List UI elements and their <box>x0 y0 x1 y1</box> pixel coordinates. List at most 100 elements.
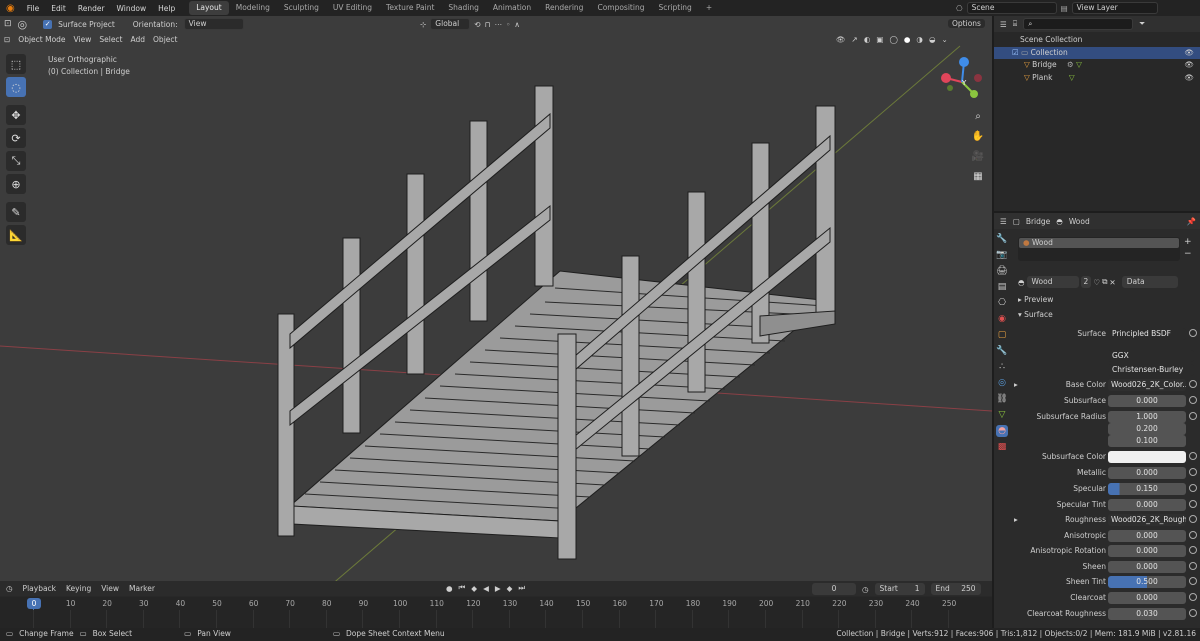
transform-tool-icon[interactable]: ⊕ <box>6 174 26 194</box>
pin-icon[interactable]: 📌 <box>1187 217 1196 226</box>
object-tab-icon[interactable]: ▢ <box>996 329 1008 341</box>
socket-icon[interactable] <box>1189 577 1197 585</box>
tab-compositing[interactable]: Compositing <box>590 1 651 15</box>
perspective-grid-icon[interactable]: ▦ <box>970 168 986 184</box>
render-tab-icon[interactable]: 📷 <box>996 249 1008 261</box>
display-mode-icon[interactable]: ⌸ <box>1013 19 1018 29</box>
outliner-object-row[interactable]: ▽ Bridge ⚙ ▽ 👁 <box>994 59 1200 72</box>
shader-input-slider[interactable]: 0.000 <box>1108 592 1186 604</box>
properties-editor-icon[interactable]: ☰ <box>1000 217 1007 226</box>
socket-icon[interactable] <box>1189 609 1197 617</box>
play-reverse-icon[interactable]: ◀ <box>483 584 489 593</box>
shader-input-slider[interactable]: 0.000 <box>1108 499 1186 511</box>
menu-select[interactable]: Select <box>99 35 122 44</box>
socket-icon[interactable] <box>1189 546 1197 554</box>
add-workspace-button[interactable]: + <box>699 1 719 15</box>
options-dropdown[interactable]: Options <box>948 19 985 28</box>
texture-link-field[interactable]: Wood026_2K_Color... <box>1108 379 1186 391</box>
surface-panel-header[interactable]: ▾ Surface <box>1018 310 1053 319</box>
collection-row[interactable]: ☑ ▭ Collection 👁 <box>994 46 1200 59</box>
prev-keyframe-icon[interactable]: ◆ <box>471 584 477 593</box>
tab-texture-paint[interactable]: Texture Paint <box>379 1 441 15</box>
expand-chevron-icon[interactable]: ▸ <box>1014 380 1018 389</box>
shader-surface-value[interactable]: Principled BSDF <box>1108 328 1186 340</box>
fake-user-icon[interactable]: ♡ <box>1093 278 1100 287</box>
shader-input-slider[interactable]: 0.000 <box>1108 467 1186 479</box>
navigation-gizmo[interactable]: Y <box>934 54 990 110</box>
menu-object[interactable]: Object <box>153 35 177 44</box>
timeline-editor-icon[interactable]: ◷ <box>6 584 13 593</box>
rotate-tool-icon[interactable]: ⟳ <box>6 128 26 148</box>
view-layer-tab-icon[interactable]: ▤ <box>996 281 1008 293</box>
unlink-material-icon[interactable]: ✕ <box>1109 278 1115 287</box>
solid-shading-icon[interactable]: ● <box>904 35 911 44</box>
link-dropdown[interactable]: Data <box>1121 276 1178 288</box>
shader-input-slider[interactable]: 0.000 <box>1108 395 1186 407</box>
xray-toggle-icon[interactable]: ▣ <box>876 35 883 44</box>
bridge-visibility-icon[interactable]: 👁 <box>1184 59 1194 72</box>
surface-project-checkbox[interactable]: ✓ <box>43 19 53 29</box>
transform-orientation-dropdown[interactable]: Global <box>430 18 471 30</box>
socket-icon[interactable] <box>1189 412 1197 420</box>
socket-icon[interactable] <box>1189 484 1197 492</box>
scale-tool-icon[interactable]: ⤡ <box>6 151 26 171</box>
particles-tab-icon[interactable]: ∴ <box>996 361 1008 373</box>
camera-view-icon[interactable]: 🎥 <box>970 148 986 164</box>
snap-icon[interactable]: ⊓ <box>485 20 491 29</box>
menu-view[interactable]: View <box>74 35 92 44</box>
socket-icon[interactable] <box>1189 515 1197 523</box>
subsurface-method-dropdown[interactable]: Christensen-Burley <box>1108 364 1194 376</box>
move-tool-icon[interactable]: ✥ <box>6 105 26 125</box>
modifier-tab-icon[interactable]: 🔧 <box>996 345 1008 357</box>
proportional-edit-icon[interactable]: ◦ <box>506 20 510 29</box>
subsurface-color-swatch[interactable] <box>1108 451 1186 463</box>
end-frame-field[interactable]: End 250 <box>930 583 981 595</box>
mode-dropdown[interactable]: Object Mode <box>18 35 65 44</box>
remove-slot-button[interactable]: − <box>1184 249 1192 259</box>
editor-type-icon[interactable]: ⊡ <box>4 19 12 29</box>
zoom-icon[interactable]: ⌕ <box>970 108 986 124</box>
frame-ruler[interactable]: 0 10 20 30 40 50 60 70 80 90 100 110 120 130 140 150 160… <box>0 597 992 628</box>
socket-icon[interactable] <box>1189 396 1197 404</box>
add-slot-button[interactable]: + <box>1184 237 1192 247</box>
tab-modeling[interactable]: Modeling <box>229 1 277 15</box>
physics-tab-icon[interactable]: ◎ <box>996 377 1008 389</box>
menu-marker[interactable]: Marker <box>129 584 155 593</box>
plank-visibility-icon[interactable]: 👁 <box>1184 72 1194 85</box>
menu-file[interactable]: File <box>21 4 46 13</box>
shader-input-slider[interactable]: 0.200 <box>1108 423 1186 435</box>
shader-input-slider[interactable]: 0.150 <box>1108 483 1186 495</box>
pivot-icon[interactable]: ⟲ <box>474 20 480 29</box>
material-shading-icon[interactable]: ◑ <box>916 35 923 44</box>
stopwatch-icon[interactable]: ◷ <box>862 585 869 594</box>
material-users-count[interactable]: 2 <box>1080 276 1092 288</box>
tab-rendering[interactable]: Rendering <box>538 1 590 15</box>
gizmo-toggle-icon[interactable]: ↗ <box>852 35 858 44</box>
transform-pivot-icon[interactable]: ◎ <box>18 18 28 31</box>
rendered-shading-icon[interactable]: ◒ <box>929 35 936 44</box>
texture-tab-icon[interactable]: ▩ <box>996 441 1008 453</box>
menu-keying[interactable]: Keying <box>66 584 91 593</box>
material-slot-item[interactable]: ● Wood <box>1019 238 1179 248</box>
socket-icon[interactable] <box>1189 531 1197 539</box>
socket-icon[interactable] <box>1189 329 1197 337</box>
material-name-field[interactable]: Wood <box>1026 276 1079 288</box>
menu-render[interactable]: Render <box>72 4 111 13</box>
material-tab-icon[interactable]: ◓ <box>996 425 1008 437</box>
tab-shading[interactable]: Shading <box>441 1 485 15</box>
3d-viewport[interactable]: ⊡ ◎ ✓ Surface Project Orientation: View … <box>0 16 992 581</box>
scene-selector[interactable]: Scene <box>966 2 1057 14</box>
start-frame-field[interactable]: Start 1 <box>874 583 925 595</box>
tweak-tool-icon[interactable]: ⬚ <box>6 54 26 74</box>
measure-tool-icon[interactable]: 📐 <box>6 225 26 245</box>
tab-animation[interactable]: Animation <box>486 1 538 15</box>
tab-scripting[interactable]: Scripting <box>651 1 698 15</box>
preview-panel-header[interactable]: ▸ Preview <box>1018 295 1053 304</box>
socket-icon[interactable] <box>1189 380 1197 388</box>
view-layer-selector[interactable]: View Layer <box>1071 2 1158 14</box>
shader-input-slider[interactable]: 1.000 <box>1108 411 1186 423</box>
auto-keying-icon[interactable]: ● <box>446 584 453 593</box>
new-material-icon[interactable]: ⧉ <box>1102 277 1107 287</box>
shader-input-slider[interactable]: 0.000 <box>1108 530 1186 542</box>
browse-material-icon[interactable]: ◓ <box>1018 278 1025 287</box>
